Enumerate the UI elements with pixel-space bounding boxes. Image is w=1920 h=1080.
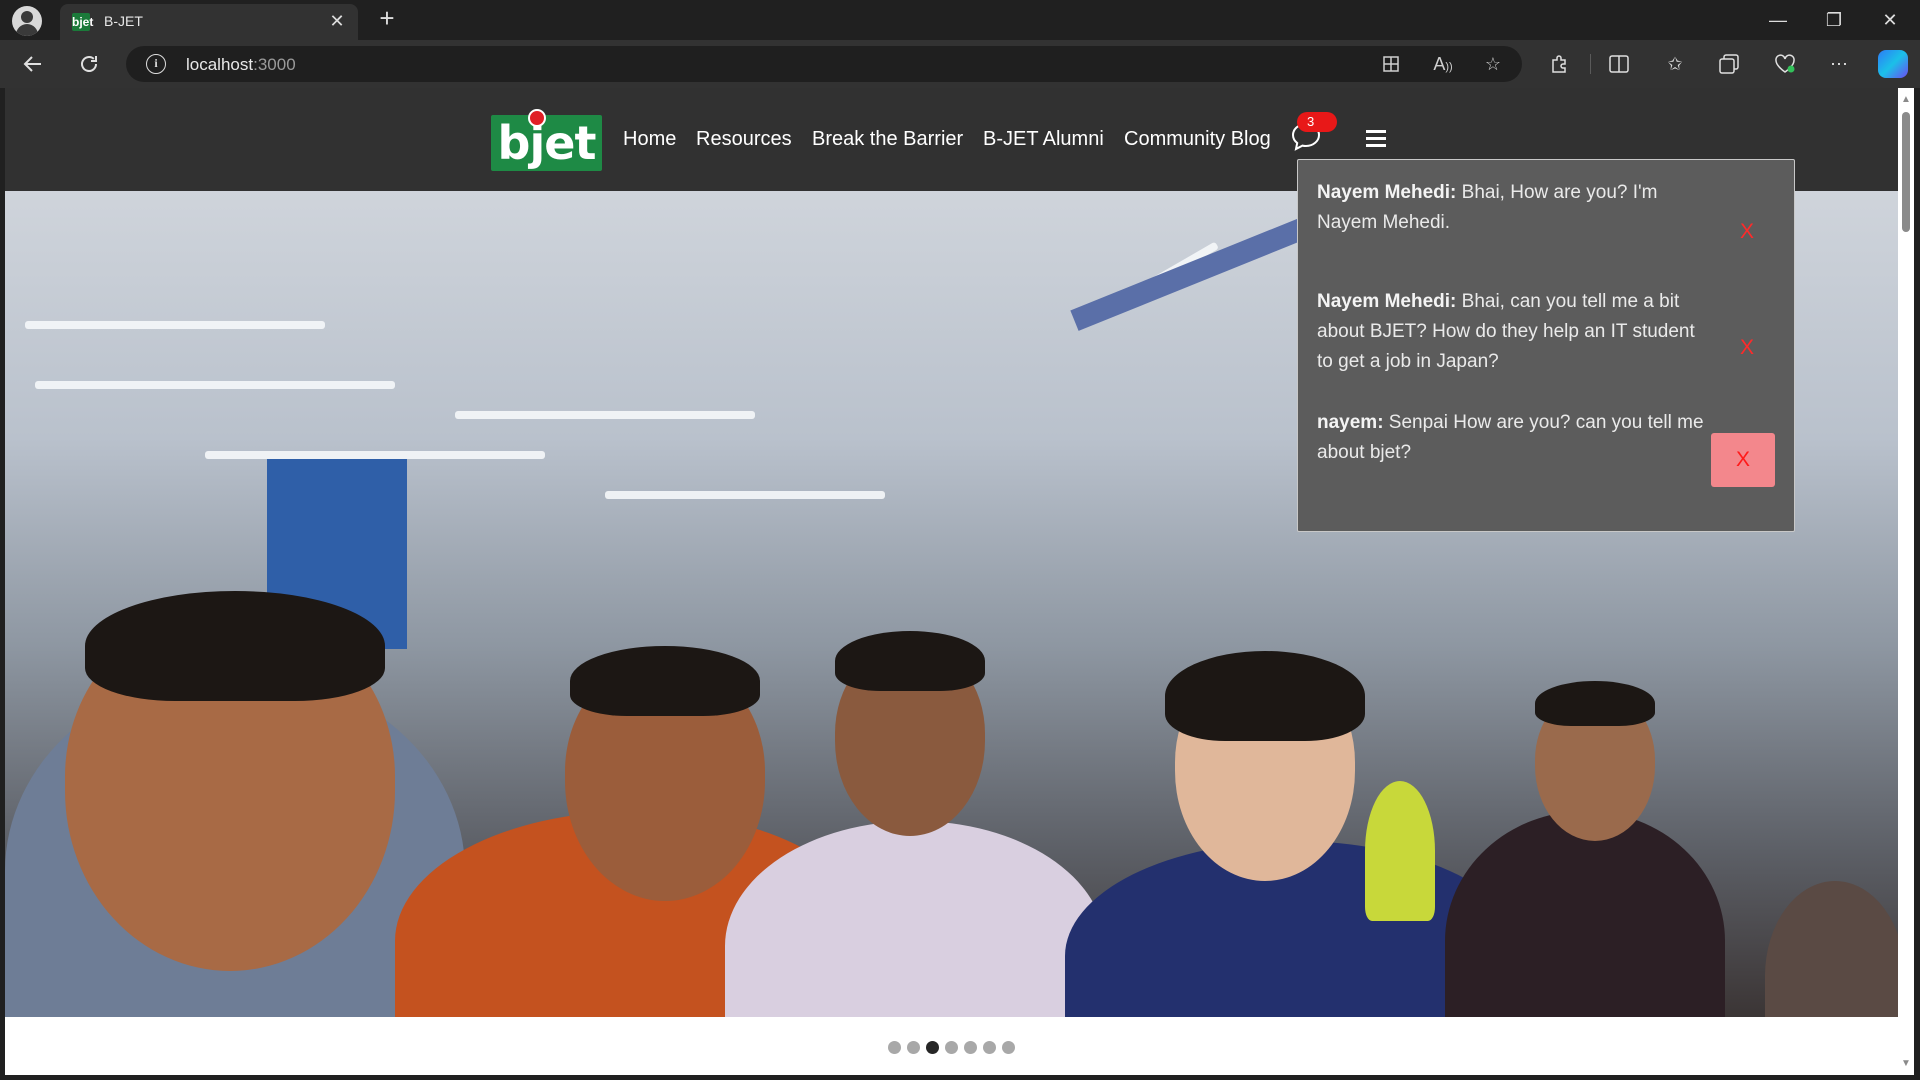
site-info-icon[interactable]: i — [146, 54, 166, 74]
browser-essentials-icon[interactable] — [1770, 50, 1800, 78]
scroll-down-arrow-icon[interactable]: ▼ — [1900, 1058, 1912, 1070]
ceiling-light — [455, 411, 755, 419]
dismiss-message-button[interactable]: X — [1715, 205, 1779, 259]
chat-message[interactable]: Nayem Mehedi: Bhai, How are you? I'm Nay… — [1317, 178, 1707, 238]
ceiling-light — [35, 381, 395, 389]
ceiling-light — [25, 321, 325, 329]
ceiling-light — [605, 491, 885, 499]
hamburger-menu-icon[interactable] — [1366, 130, 1386, 148]
carousel-dot[interactable] — [945, 1041, 958, 1054]
person-4-hair — [1165, 651, 1365, 741]
profile-head-shape — [21, 11, 33, 23]
reload-icon[interactable] — [72, 48, 106, 80]
address-bar[interactable]: i localhost:3000 A)) ☆ — [126, 46, 1522, 82]
scrollbar-thumb[interactable] — [1902, 112, 1910, 232]
close-window-button[interactable]: ✕ — [1862, 0, 1918, 40]
split-screen-icon[interactable] — [1604, 50, 1634, 78]
logo-text: bjet — [497, 116, 597, 170]
page-viewport: bjet Home Resources Break the Barrier B-… — [5, 88, 1898, 1075]
dismiss-message-button[interactable]: X — [1715, 321, 1779, 375]
browser-tab-bar: bjet B-JET ✕ + — ❐ ✕ — [0, 0, 1920, 40]
carousel-dot[interactable] — [926, 1041, 939, 1054]
address-url[interactable]: localhost:3000 — [186, 55, 296, 75]
bystander-safety-vest — [1365, 781, 1435, 921]
carousel-dot[interactable] — [983, 1041, 996, 1054]
read-aloud-icon[interactable]: A)) — [1430, 52, 1456, 76]
favorite-star-icon[interactable]: ☆ — [1480, 52, 1506, 76]
copilot-icon[interactable] — [1878, 50, 1908, 78]
person-1-hair — [85, 591, 385, 701]
tab-favicon-icon: bjet — [72, 13, 94, 31]
menu-bar-top — [1366, 130, 1386, 133]
person-5-body — [1445, 811, 1725, 1017]
profile-avatar[interactable] — [12, 6, 42, 36]
profile-shoulders-shape — [16, 24, 38, 36]
scroll-up-arrow-icon[interactable]: ▲ — [1900, 94, 1912, 106]
apps-icon[interactable] — [1378, 52, 1404, 76]
page-scrollbar[interactable]: ▲ ▼ — [1898, 88, 1914, 1075]
extensions-icon[interactable] — [1544, 50, 1574, 78]
url-host: localhost — [186, 55, 254, 74]
new-tab-button[interactable]: + — [372, 4, 402, 34]
message-sender: Nayem Mehedi: — [1317, 182, 1457, 203]
chat-message[interactable]: Nayem Mehedi: Bhai, can you tell me a bi… — [1317, 287, 1707, 377]
tab-title: B-JET — [104, 13, 143, 29]
chat-message[interactable]: nayem: Senpai How are you? can you tell … — [1317, 408, 1707, 468]
carousel-dot[interactable] — [964, 1041, 977, 1054]
blue-ceiling-beam — [1070, 213, 1320, 331]
more-icon[interactable]: ⋯ — [1824, 50, 1854, 78]
url-port: :3000 — [253, 55, 296, 74]
collections-icon[interactable] — [1714, 50, 1744, 78]
nav-bjet-alumni[interactable]: B-JET Alumni — [983, 128, 1104, 151]
chat-messages-dropdown: Nayem Mehedi: Bhai, How are you? I'm Nay… — [1297, 159, 1795, 532]
tab-close-icon[interactable]: ✕ — [326, 10, 348, 32]
toolbar-divider — [1590, 54, 1591, 74]
browser-toolbar: i localhost:3000 A)) ☆ ✩ ⋯ — [0, 40, 1920, 88]
minimize-window-button[interactable]: — — [1750, 0, 1806, 40]
person-5-hair — [1535, 681, 1655, 726]
carousel-dot[interactable] — [907, 1041, 920, 1054]
nav-home[interactable]: Home — [623, 128, 676, 151]
person-2-hair — [570, 646, 760, 716]
menu-bar-middle — [1366, 137, 1386, 140]
nav-break-the-barrier[interactable]: Break the Barrier — [812, 128, 963, 151]
message-sender: Nayem Mehedi: — [1317, 291, 1457, 312]
ceiling-light — [205, 451, 545, 459]
nav-community-blog[interactable]: Community Blog — [1124, 128, 1271, 151]
favorites-icon[interactable]: ✩ — [1660, 50, 1690, 78]
menu-bar-bottom — [1366, 144, 1386, 147]
restore-window-button[interactable]: ❐ — [1806, 0, 1862, 40]
person-3-hair — [835, 631, 985, 691]
message-sender: nayem: — [1317, 412, 1384, 433]
chat-notification-badge: 3 — [1297, 112, 1337, 132]
bystander-striped-shirt — [1765, 881, 1898, 1017]
back-icon[interactable] — [16, 48, 50, 80]
browser-tab-active[interactable]: bjet B-JET ✕ — [60, 4, 358, 40]
bjet-logo[interactable]: bjet — [491, 109, 602, 171]
nav-resources[interactable]: Resources — [696, 128, 792, 151]
carousel-dot[interactable] — [888, 1041, 901, 1054]
logo-red-dot — [528, 109, 546, 127]
carousel-dot[interactable] — [1002, 1041, 1015, 1054]
dismiss-message-button[interactable]: X — [1711, 433, 1775, 487]
